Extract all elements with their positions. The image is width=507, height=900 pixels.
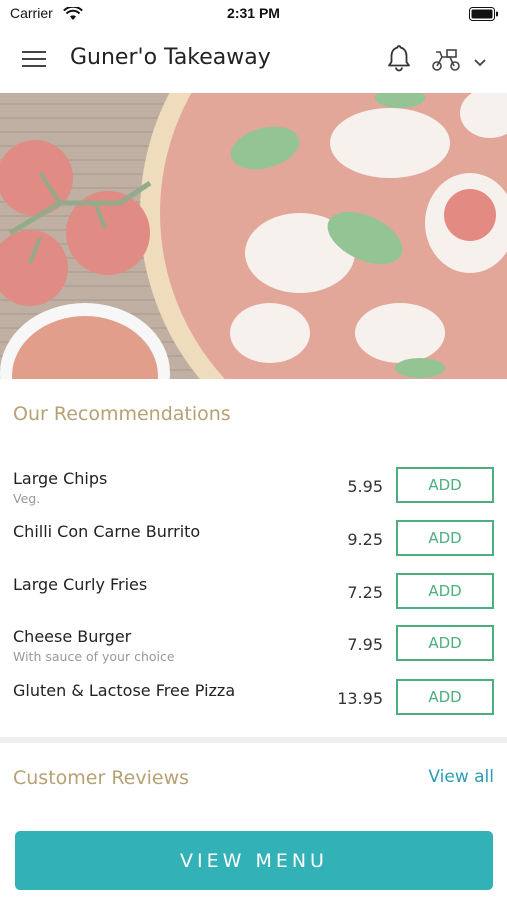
item-name: Large Curly Fries xyxy=(13,575,148,594)
battery-icon xyxy=(469,6,499,25)
item-price: 9.25 xyxy=(347,530,383,549)
chevron-down-icon[interactable] xyxy=(472,54,488,67)
item-price: 5.95 xyxy=(347,477,383,496)
section-divider xyxy=(0,737,507,743)
item-price: 7.25 xyxy=(347,583,383,602)
clock-time: 2:31 PM xyxy=(227,5,280,21)
add-button[interactable]: ADD xyxy=(396,679,494,715)
restaurant-title: Guner'o Takeaway xyxy=(70,45,271,70)
bell-icon[interactable] xyxy=(384,43,414,73)
item-name: Chilli Con Carne Burrito xyxy=(13,522,201,541)
add-button[interactable]: ADD xyxy=(396,467,494,503)
status-bar: Carrier 2:31 PM xyxy=(0,0,507,26)
item-price: 7.95 xyxy=(347,635,383,654)
add-button[interactable]: ADD xyxy=(396,573,494,609)
recommendations-heading: Our Recommendations xyxy=(13,403,231,425)
item-name: Large Chips xyxy=(13,469,108,488)
app-header: Guner'o Takeaway xyxy=(0,26,507,92)
item-subtitle: With sauce of your choice xyxy=(13,649,175,664)
item-price: 13.95 xyxy=(337,689,383,708)
item-subtitle: Veg. xyxy=(13,491,41,506)
view-menu-button[interactable]: VIEW MENU xyxy=(15,831,493,890)
item-name: Gluten & Lactose Free Pizza xyxy=(13,681,236,700)
add-button[interactable]: ADD xyxy=(396,520,494,556)
menu-icon[interactable] xyxy=(22,48,48,70)
reviews-heading: Customer Reviews xyxy=(13,767,190,789)
view-all-reviews-link[interactable]: View all xyxy=(428,767,494,787)
scooter-delivery-icon[interactable] xyxy=(430,46,462,74)
item-name: Cheese Burger xyxy=(13,627,132,646)
hero-food-image xyxy=(0,93,507,379)
add-button[interactable]: ADD xyxy=(396,625,494,661)
